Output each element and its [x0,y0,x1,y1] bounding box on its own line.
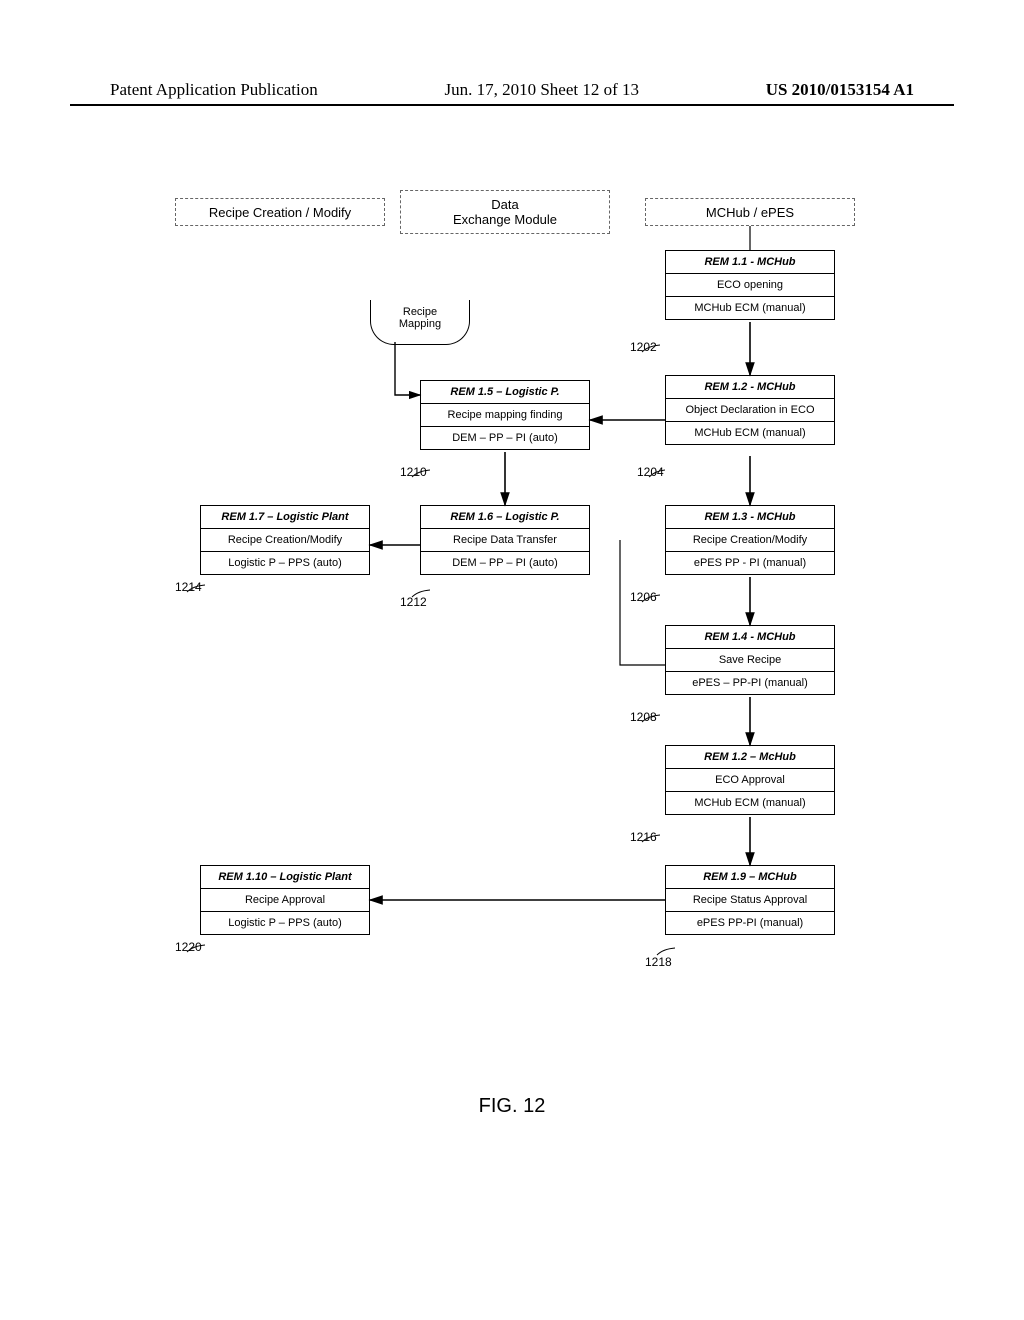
box-1210-bot: DEM – PP – PI (auto) [421,427,589,449]
box-1214-mid: Recipe Creation/Modify [201,529,369,552]
box-1206: REM 1.3 - MCHub Recipe Creation/Modify e… [665,505,835,575]
box-1204-mid: Object Declaration in ECO [666,399,834,422]
lane-left-label: Recipe Creation / Modify [209,205,351,220]
ref-1208: 1208 [630,710,657,724]
box-1206-title: REM 1.3 - MCHub [666,506,834,529]
box-1204-title: REM 1.2 - MCHub [666,376,834,399]
box-1204-bot: MCHub ECM (manual) [666,422,834,444]
box-1216-mid: ECO Approval [666,769,834,792]
ref-1206: 1206 [630,590,657,604]
lane-left: Recipe Creation / Modify [175,198,385,226]
recipe-mapping-label: RecipeMapping [399,306,441,330]
box-1202: REM 1.1 - MCHub ECO opening MCHub ECM (m… [665,250,835,320]
header-right: US 2010/0153154 A1 [766,80,914,100]
box-1214-bot: Logistic P – PPS (auto) [201,552,369,574]
box-1210-title: REM 1.5 – Logistic P. [421,381,589,404]
box-1202-title: REM 1.1 - MCHub [666,251,834,274]
box-1214-title: REM 1.7 – Logistic Plant [201,506,369,529]
header-left: Patent Application Publication [110,80,318,100]
lane-center-label-1: Data [491,197,518,212]
recipe-mapping-node: RecipeMapping [370,300,470,345]
lane-center: Data Exchange Module [400,190,610,234]
lane-right-label: MCHub / ePES [706,205,794,220]
page-header: Patent Application Publication Jun. 17, … [0,80,1024,100]
ref-1218: 1218 [645,955,672,969]
box-1218-bot: ePES PP-PI (manual) [666,912,834,934]
box-1216: REM 1.2 – McHub ECO Approval MCHub ECM (… [665,745,835,815]
ref-1202: 1202 [630,340,657,354]
box-1220-bot: Logistic P – PPS (auto) [201,912,369,934]
box-1208-title: REM 1.4 - MCHub [666,626,834,649]
ref-1204: 1204 [637,465,664,479]
box-1206-mid: Recipe Creation/Modify [666,529,834,552]
ref-1210: 1210 [400,465,427,479]
box-1212-mid: Recipe Data Transfer [421,529,589,552]
box-1208-bot: ePES – PP-PI (manual) [666,672,834,694]
figure-label: FIG. 12 [0,1095,1024,1118]
box-1218-mid: Recipe Status Approval [666,889,834,912]
box-1210: REM 1.5 – Logistic P. Recipe mapping fin… [420,380,590,450]
ref-1216: 1216 [630,830,657,844]
box-1204: REM 1.2 - MCHub Object Declaration in EC… [665,375,835,445]
box-1212: REM 1.6 – Logistic P. Recipe Data Transf… [420,505,590,575]
box-1206-bot: ePES PP - PI (manual) [666,552,834,574]
box-1210-mid: Recipe mapping finding [421,404,589,427]
box-1202-bot: MCHub ECM (manual) [666,297,834,319]
ref-1212: 1212 [400,595,427,609]
box-1214: REM 1.7 – Logistic Plant Recipe Creation… [200,505,370,575]
box-1212-title: REM 1.6 – Logistic P. [421,506,589,529]
box-1208-mid: Save Recipe [666,649,834,672]
box-1216-bot: MCHub ECM (manual) [666,792,834,814]
box-1218-title: REM 1.9 – MCHub [666,866,834,889]
header-rule [70,104,954,106]
box-1220-mid: Recipe Approval [201,889,369,912]
lane-center-label-2: Exchange Module [453,212,557,227]
box-1218: REM 1.9 – MCHub Recipe Status Approval e… [665,865,835,935]
header-center: Jun. 17, 2010 Sheet 12 of 13 [444,80,639,100]
box-1220: REM 1.10 – Logistic Plant Recipe Approva… [200,865,370,935]
box-1208: REM 1.4 - MCHub Save Recipe ePES – PP-PI… [665,625,835,695]
lane-right: MCHub / ePES [645,198,855,226]
ref-1214: 1214 [175,580,202,594]
box-1220-title: REM 1.10 – Logistic Plant [201,866,369,889]
box-1216-title: REM 1.2 – McHub [666,746,834,769]
box-1212-bot: DEM – PP – PI (auto) [421,552,589,574]
box-1202-mid: ECO opening [666,274,834,297]
ref-1220: 1220 [175,940,202,954]
